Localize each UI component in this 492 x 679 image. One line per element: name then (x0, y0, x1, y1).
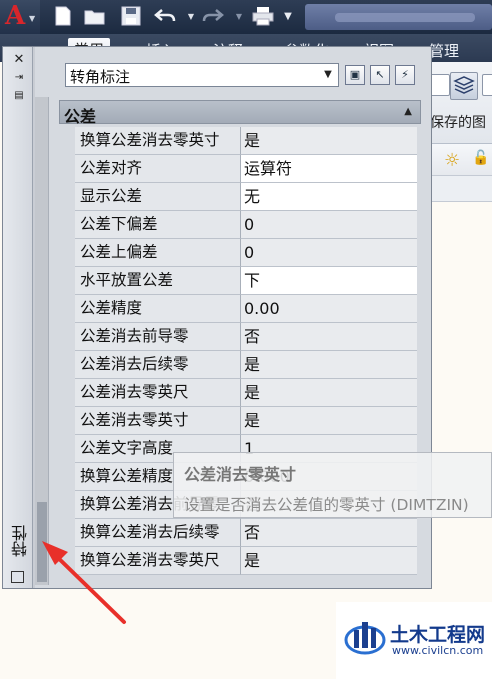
watermark-url: www.civilcn.com (392, 644, 484, 657)
annotation-arrow (42, 541, 126, 624)
civilcn-logo-icon (344, 622, 386, 655)
watermark: 土木工程网 www.civilcn.com (336, 602, 492, 679)
watermark-name: 土木工程网 (390, 624, 486, 646)
